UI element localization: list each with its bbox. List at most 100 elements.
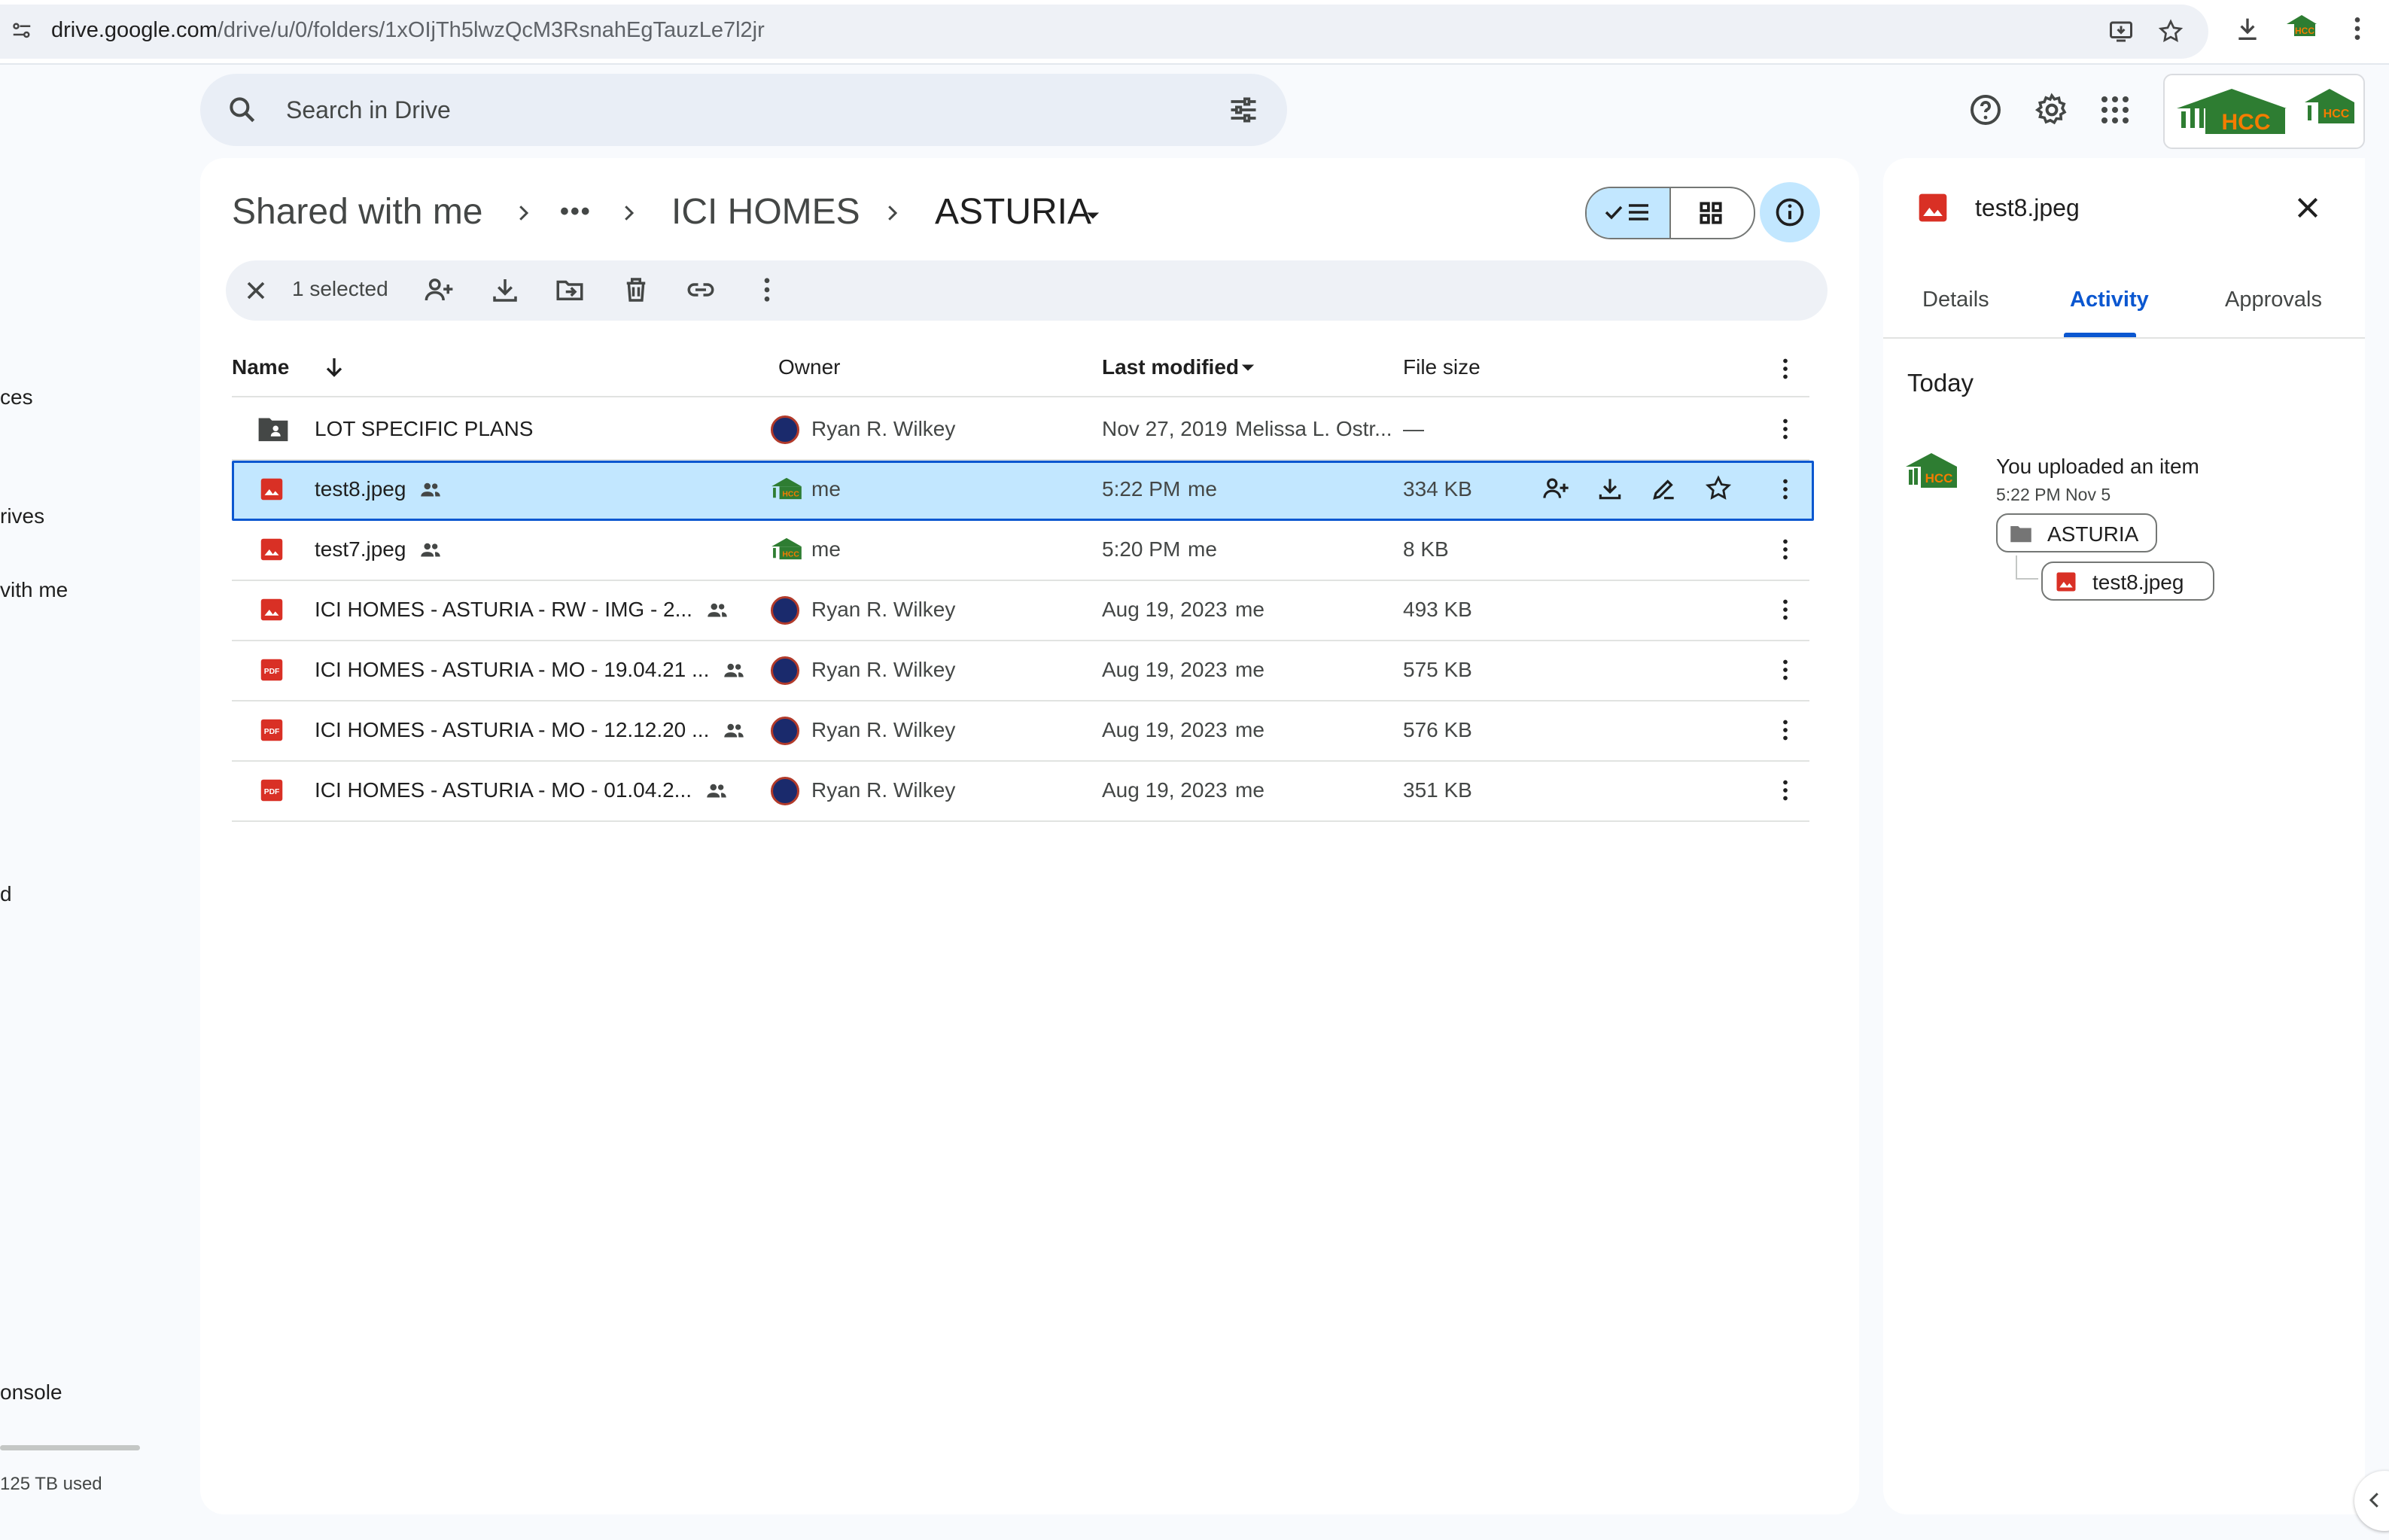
breadcrumb-shared-with-me[interactable]: Shared with me	[232, 191, 483, 233]
clear-selection-icon[interactable]	[241, 275, 271, 306]
table-row[interactable]: test7.jpeg HCC me 5:20 PM me 8 KB	[232, 521, 1809, 581]
tab-details[interactable]: Details	[1922, 288, 1989, 312]
owner-name: Ryan R. Wilkey	[811, 718, 956, 741]
activity-folder-name: ASTURIA	[2047, 522, 2139, 546]
row-more-actions-icon[interactable]	[1772, 536, 1799, 563]
table-row[interactable]: test8.jpeg HCC me 5:22 PM me 334 KB	[232, 461, 1814, 521]
site-info-icon[interactable]	[11, 20, 33, 42]
sidebar-item-partial[interactable]: onsole	[0, 1380, 62, 1405]
file-name[interactable]: test7.jpeg	[315, 537, 406, 562]
logo-text: HCC	[1925, 471, 1953, 485]
table-row[interactable]: PDF ICI HOMES - ASTURIA - MO - 01.04.2...…	[232, 762, 1809, 822]
share-icon[interactable]	[1541, 474, 1570, 503]
row-more-actions-icon[interactable]	[1772, 717, 1799, 744]
column-header-file-size[interactable]: File size	[1403, 355, 1481, 379]
close-icon[interactable]	[2293, 193, 2323, 223]
search-bar[interactable]: Search in Drive	[200, 74, 1287, 146]
breadcrumb-more[interactable]: •••	[560, 197, 592, 227]
share-icon[interactable]	[423, 274, 455, 306]
tabs-divider	[1883, 337, 2365, 339]
row-more-actions-icon[interactable]	[1772, 777, 1799, 804]
pdf-file-icon: PDF	[257, 656, 286, 684]
profile-logo[interactable]: HCC	[2285, 11, 2318, 44]
rename-icon[interactable]	[1650, 474, 1678, 503]
search-icon[interactable]	[226, 93, 259, 126]
caret-down-icon[interactable]	[1237, 357, 1258, 378]
settings-icon[interactable]	[2034, 92, 2070, 128]
owner-avatar	[771, 596, 799, 625]
tab-activity[interactable]: Activity	[2070, 288, 2149, 312]
activity-folder-chip[interactable]: ASTURIA	[1996, 513, 2157, 552]
file-name[interactable]: ICI HOMES - ASTURIA - RW - IMG - 2...	[315, 598, 692, 622]
install-app-icon[interactable]	[2107, 18, 2135, 45]
download-icon[interactable]	[1596, 474, 1624, 503]
search-options-icon[interactable]	[1227, 93, 1260, 126]
file-name[interactable]: ICI HOMES - ASTURIA - MO - 01.04.2...	[315, 778, 692, 802]
row-more-actions-icon[interactable]	[1772, 596, 1799, 623]
tab-approvals[interactable]: Approvals	[2225, 288, 2322, 312]
star-icon[interactable]	[1704, 474, 1733, 503]
file-name[interactable]: LOT SPECIFIC PLANS	[315, 417, 533, 441]
help-icon[interactable]	[1968, 92, 2004, 128]
file-name[interactable]: ICI HOMES - ASTURIA - MO - 19.04.21 ...	[315, 658, 709, 682]
url-text[interactable]: drive.google.com/drive/u/0/folders/1xOIj…	[51, 18, 765, 43]
image-file-icon	[257, 595, 286, 624]
sidebar-item-partial[interactable]: ces	[0, 385, 33, 409]
table-row[interactable]: LOT SPECIFIC PLANS Ryan R. Wilkey Nov 27, …	[232, 400, 1809, 461]
url-pill[interactable]: drive.google.com/drive/u/0/folders/1xOIj…	[0, 5, 2208, 59]
sidebar-item-partial[interactable]: d	[0, 882, 12, 906]
pdf-file-icon: PDF	[257, 776, 286, 805]
owner-name: Ryan R. Wilkey	[811, 598, 956, 621]
last-modified-date: 5:20 PM	[1102, 537, 1181, 561]
download-icon[interactable]	[489, 274, 521, 306]
bookmark-star-icon[interactable]	[2157, 18, 2184, 45]
owner-avatar	[771, 777, 799, 805]
last-modified-by: me	[1235, 778, 1264, 802]
sort-arrow-down-icon[interactable]	[321, 354, 348, 381]
activity-file-chip[interactable]: test8.jpeg	[2041, 562, 2214, 601]
breadcrumb-asturia[interactable]: ASTURIA	[935, 191, 1091, 233]
row-more-actions-icon[interactable]	[1772, 656, 1799, 683]
column-header-owner[interactable]: Owner	[778, 355, 840, 379]
chevron-right-icon	[881, 202, 903, 224]
owner-logo-avatar: HCC	[771, 536, 802, 562]
column-options-icon[interactable]	[1772, 355, 1799, 382]
account-logo-button[interactable]: HCC HCC	[2163, 74, 2365, 149]
last-modified-date: Nov 27, 2019	[1102, 417, 1228, 440]
apps-grid-icon[interactable]	[2097, 92, 2133, 128]
grid-view-button[interactable]	[1697, 199, 1725, 227]
more-actions-icon[interactable]	[751, 274, 783, 306]
sidebar-item-partial[interactable]: rives	[0, 504, 44, 528]
chevron-right-icon	[512, 202, 534, 224]
sidebar-item-partial[interactable]: vith me	[0, 578, 68, 602]
caret-down-icon[interactable]	[1082, 205, 1103, 226]
copy-link-icon[interactable]	[685, 274, 717, 306]
move-icon[interactable]	[554, 274, 586, 306]
table-row[interactable]: ICI HOMES - ASTURIA - RW - IMG - 2... Rya…	[232, 581, 1809, 641]
row-more-actions-icon[interactable]	[1772, 476, 1799, 503]
table-row[interactable]: PDF ICI HOMES - ASTURIA - MO - 19.04.21 .…	[232, 641, 1809, 702]
column-header-name[interactable]: Name	[232, 355, 289, 379]
list-view-button[interactable]	[1587, 188, 1671, 238]
trash-icon[interactable]	[620, 274, 652, 306]
row-more-actions-icon[interactable]	[1772, 415, 1799, 443]
file-list-panel: Shared with me ••• ICI HOMES ASTURIA 1 s…	[200, 158, 1859, 1514]
file-name[interactable]: ICI HOMES - ASTURIA - MO - 12.12.20 ...	[315, 718, 709, 742]
browser-menu-icon[interactable]	[2342, 14, 2372, 44]
storage-text: 125 TB used	[0, 1474, 102, 1494]
view-details-button[interactable]	[1760, 182, 1820, 242]
owner-name: Ryan R. Wilkey	[811, 778, 956, 802]
table-row[interactable]: PDF ICI HOMES - ASTURIA - MO - 12.12.20 .…	[232, 702, 1809, 762]
url-path: /drive/u/0/folders/1xOIjTh5lwzQcM3RsnahE…	[217, 18, 765, 42]
shared-icon	[705, 598, 730, 623]
file-name[interactable]: test8.jpeg	[315, 477, 406, 501]
file-size: 576 KB	[1403, 718, 1472, 741]
svg-text:HCC: HCC	[782, 490, 799, 498]
shared-icon	[418, 477, 443, 503]
search-input[interactable]: Search in Drive	[286, 96, 451, 124]
file-size: —	[1403, 417, 1424, 440]
breadcrumb-ici-homes[interactable]: ICI HOMES	[671, 191, 860, 233]
column-header-last-modified[interactable]: Last modified	[1102, 355, 1239, 379]
file-size: 351 KB	[1403, 778, 1472, 802]
downloads-icon[interactable]	[2232, 14, 2263, 44]
